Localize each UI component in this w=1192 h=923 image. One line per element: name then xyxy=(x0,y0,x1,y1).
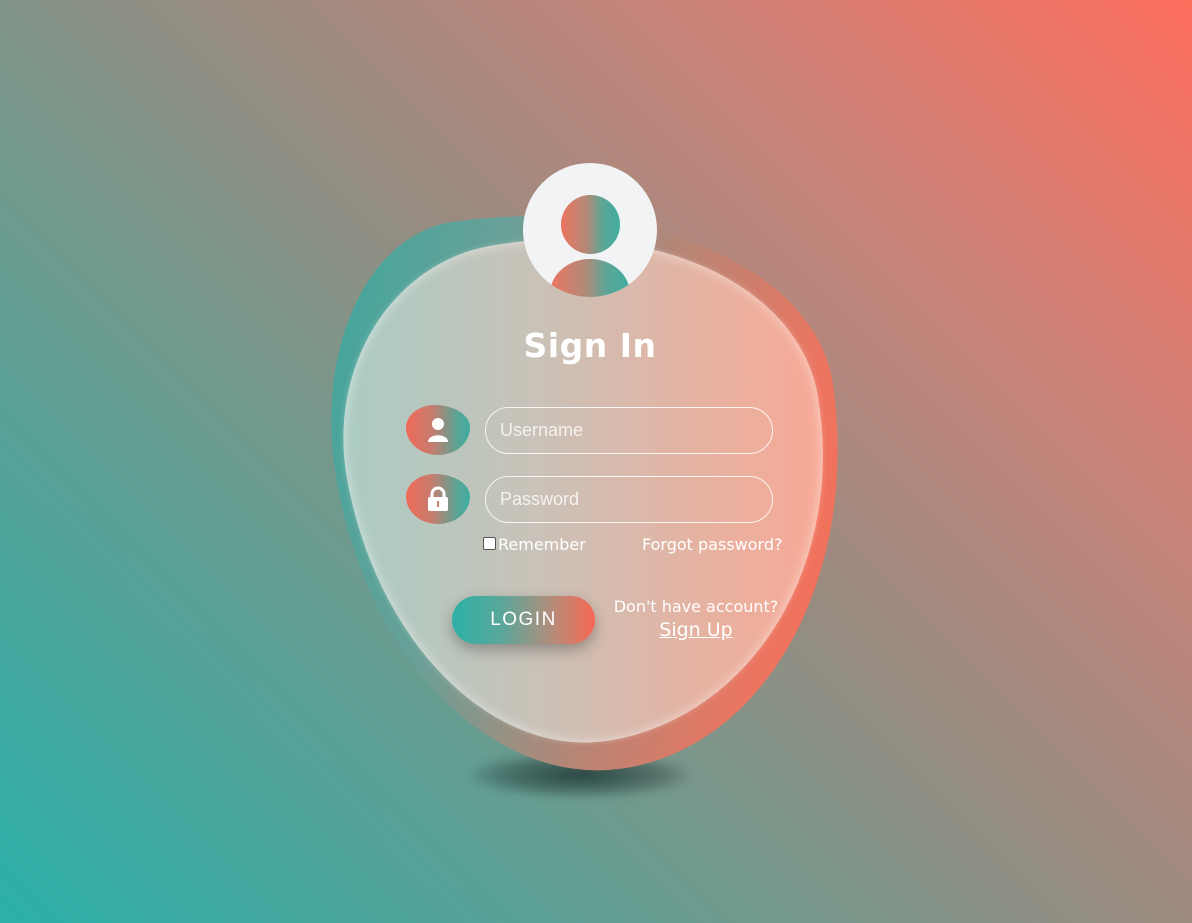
page-title: Sign In xyxy=(523,326,657,365)
no-account-text: Don't have account? xyxy=(613,597,779,616)
remember-checkbox[interactable] xyxy=(483,537,496,550)
password-input[interactable] xyxy=(485,476,773,523)
avatar-head xyxy=(561,195,620,254)
forgot-password-link[interactable]: Forgot password? xyxy=(642,535,782,554)
signup-link[interactable]: Sign Up xyxy=(610,619,782,641)
username-input[interactable] xyxy=(485,407,773,454)
login-button[interactable]: LOGIN xyxy=(452,596,595,644)
remember-row: Remember xyxy=(483,535,586,554)
avatar-body xyxy=(550,259,630,297)
remember-label: Remember xyxy=(498,535,586,554)
user-avatar-icon xyxy=(523,163,657,297)
